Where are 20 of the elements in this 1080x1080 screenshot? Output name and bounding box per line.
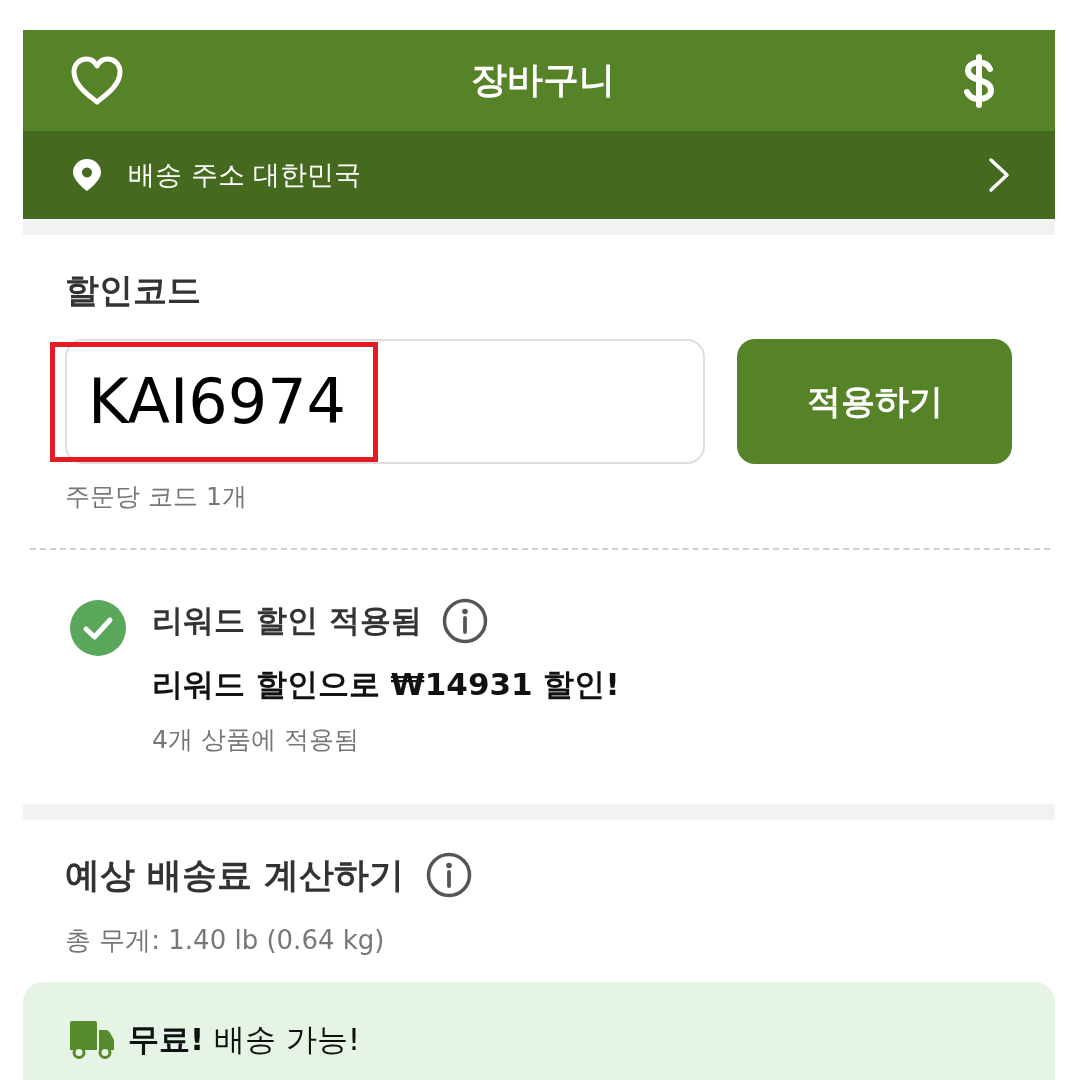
address-label: 배송 주소 대한민국 [128, 158, 362, 192]
reward-detail: 4개 상품에 적용됨 [152, 724, 359, 756]
truck-icon [68, 1019, 114, 1059]
code-input-field[interactable]: KAI6974 [65, 339, 705, 464]
info-icon[interactable] [426, 852, 473, 898]
free-shipping-text: 무료! 배송 가능! [128, 1020, 361, 1059]
reward-status-title: 리워드 할인 적용됨 [152, 601, 422, 640]
code-limit-note: 주문당 코드 1개 [65, 481, 247, 513]
apply-button[interactable]: 적용하기 [737, 339, 1012, 464]
info-icon[interactable] [441, 598, 488, 644]
shipping-estimate-title: 예상 배송료 계산하기 [65, 854, 405, 897]
chevron-right-icon [988, 157, 1010, 193]
address-bar[interactable]: 배송 주소 대한민국 [23, 131, 1055, 219]
reward-message: 리워드 할인으로 ₩14931 할인! [152, 665, 620, 704]
heart-icon[interactable] [70, 55, 124, 106]
location-pin-icon [72, 158, 102, 192]
discount-code-title: 할인코드 [65, 269, 201, 312]
dollar-icon[interactable] [962, 53, 996, 108]
total-weight-text: 총 무게: 1.40 lb (0.64 kg) [65, 924, 385, 957]
page-title: 장바구니 [471, 58, 615, 102]
